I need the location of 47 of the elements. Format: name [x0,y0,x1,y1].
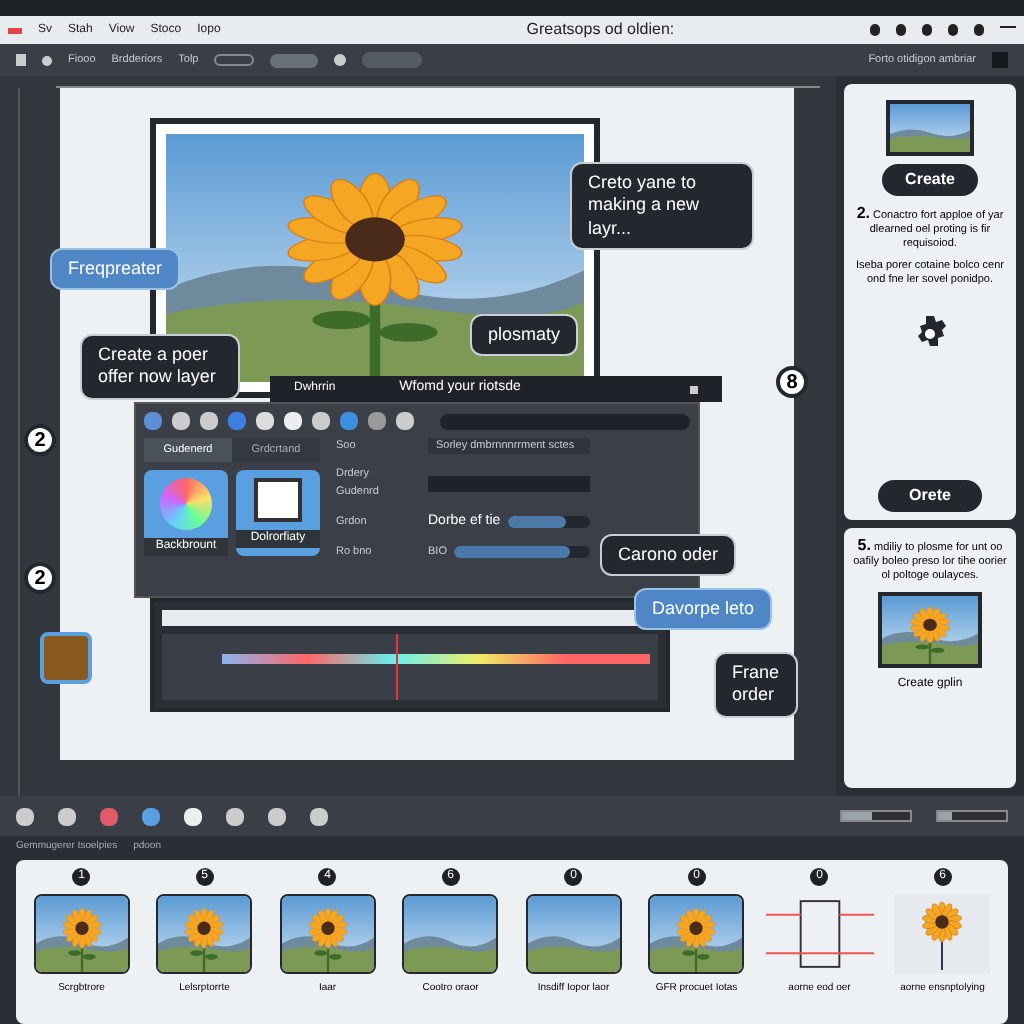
toolbar-field[interactable] [362,52,423,68]
color-wheel [160,478,212,531]
landscape-photo [402,894,499,974]
paper-icon [254,478,302,523]
slider-track[interactable] [936,810,1008,822]
sunflower-photo [156,894,253,974]
toolbar-icon[interactable] [922,24,932,36]
callout: Davorpe leto [634,588,773,631]
sunflower-photo [279,894,376,974]
diagram-drawing [761,894,878,974]
toolbar-field[interactable] [270,53,319,67]
step-marker: 2 [24,562,56,594]
tool-icon[interactable] [142,807,160,825]
thumbnail-photo [40,632,92,684]
callout: plosmaty [470,314,579,357]
toolbar-icon[interactable] [896,24,906,36]
callout: Freqpreater [50,248,181,291]
slider-track[interactable] [508,516,590,528]
input-field[interactable] [428,475,590,491]
tool-icon[interactable] [310,807,328,825]
callout: Frane order [714,652,798,717]
tool-icon[interactable] [16,807,34,825]
tool-icon[interactable] [58,807,76,825]
callout: Creto yane to making a new layr... [570,162,754,250]
sunflower-photo [648,894,745,974]
step-marker: 8 [776,366,808,398]
tool-icon[interactable] [226,807,244,825]
toolbar-icon[interactable] [974,24,984,36]
step-marker: 2 [24,424,56,456]
window-title: Greatsops od oldien: [526,18,675,42]
toolbar-icon[interactable] [948,24,958,36]
landscape-photo [525,894,622,974]
app-icon [8,27,22,33]
flower-sketch [894,894,991,974]
callout: Create a poer offer now layer [80,334,240,399]
sunflower-photo [33,894,130,974]
callout: Carono oder [600,534,737,577]
tool-icon[interactable] [184,807,202,825]
tool-icon[interactable] [268,807,286,825]
toolbar-field[interactable] [214,54,255,66]
input-field[interactable] [440,413,690,429]
create-button[interactable]: Create [881,164,979,196]
slider-track[interactable] [840,810,912,822]
sunflower-photo [878,591,982,668]
landscape-photo [886,100,974,156]
toolbar-icon[interactable] [870,24,880,36]
create-button[interactable]: Orete [877,480,983,512]
